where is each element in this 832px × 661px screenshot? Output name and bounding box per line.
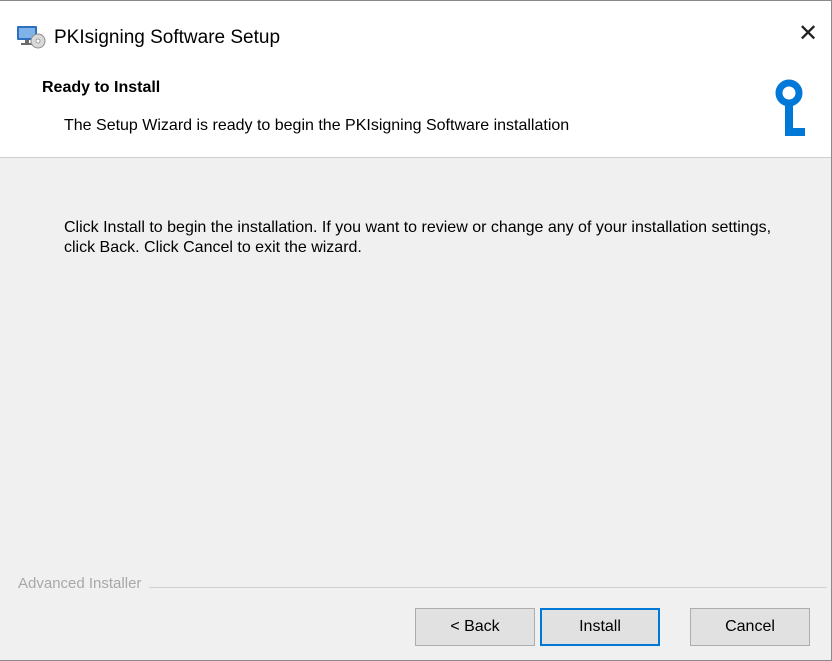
instructions-text: Click Install to begin the installation.… xyxy=(64,219,772,256)
install-button[interactable]: Install xyxy=(540,608,660,646)
installer-brand-label: Advanced Installer xyxy=(18,575,150,592)
window-title: PKIsigning Software Setup xyxy=(54,27,281,48)
wizard-header: Ready to Install The Setup Wizard is rea… xyxy=(0,61,831,158)
close-icon[interactable]: ✕ xyxy=(785,13,831,53)
installer-computer-icon xyxy=(16,25,46,49)
page-title: Ready to Install xyxy=(42,79,161,96)
back-button[interactable]: < Back xyxy=(415,608,535,646)
key-logo-icon xyxy=(771,79,811,141)
title-bar: PKIsigning Software Setup ✕ xyxy=(0,1,831,61)
setup-window: PKIsigning Software Setup ✕ Ready to Ins… xyxy=(0,0,832,661)
page-description: The Setup Wizard is ready to begin the P… xyxy=(64,117,570,134)
cancel-button[interactable]: Cancel xyxy=(690,608,810,646)
